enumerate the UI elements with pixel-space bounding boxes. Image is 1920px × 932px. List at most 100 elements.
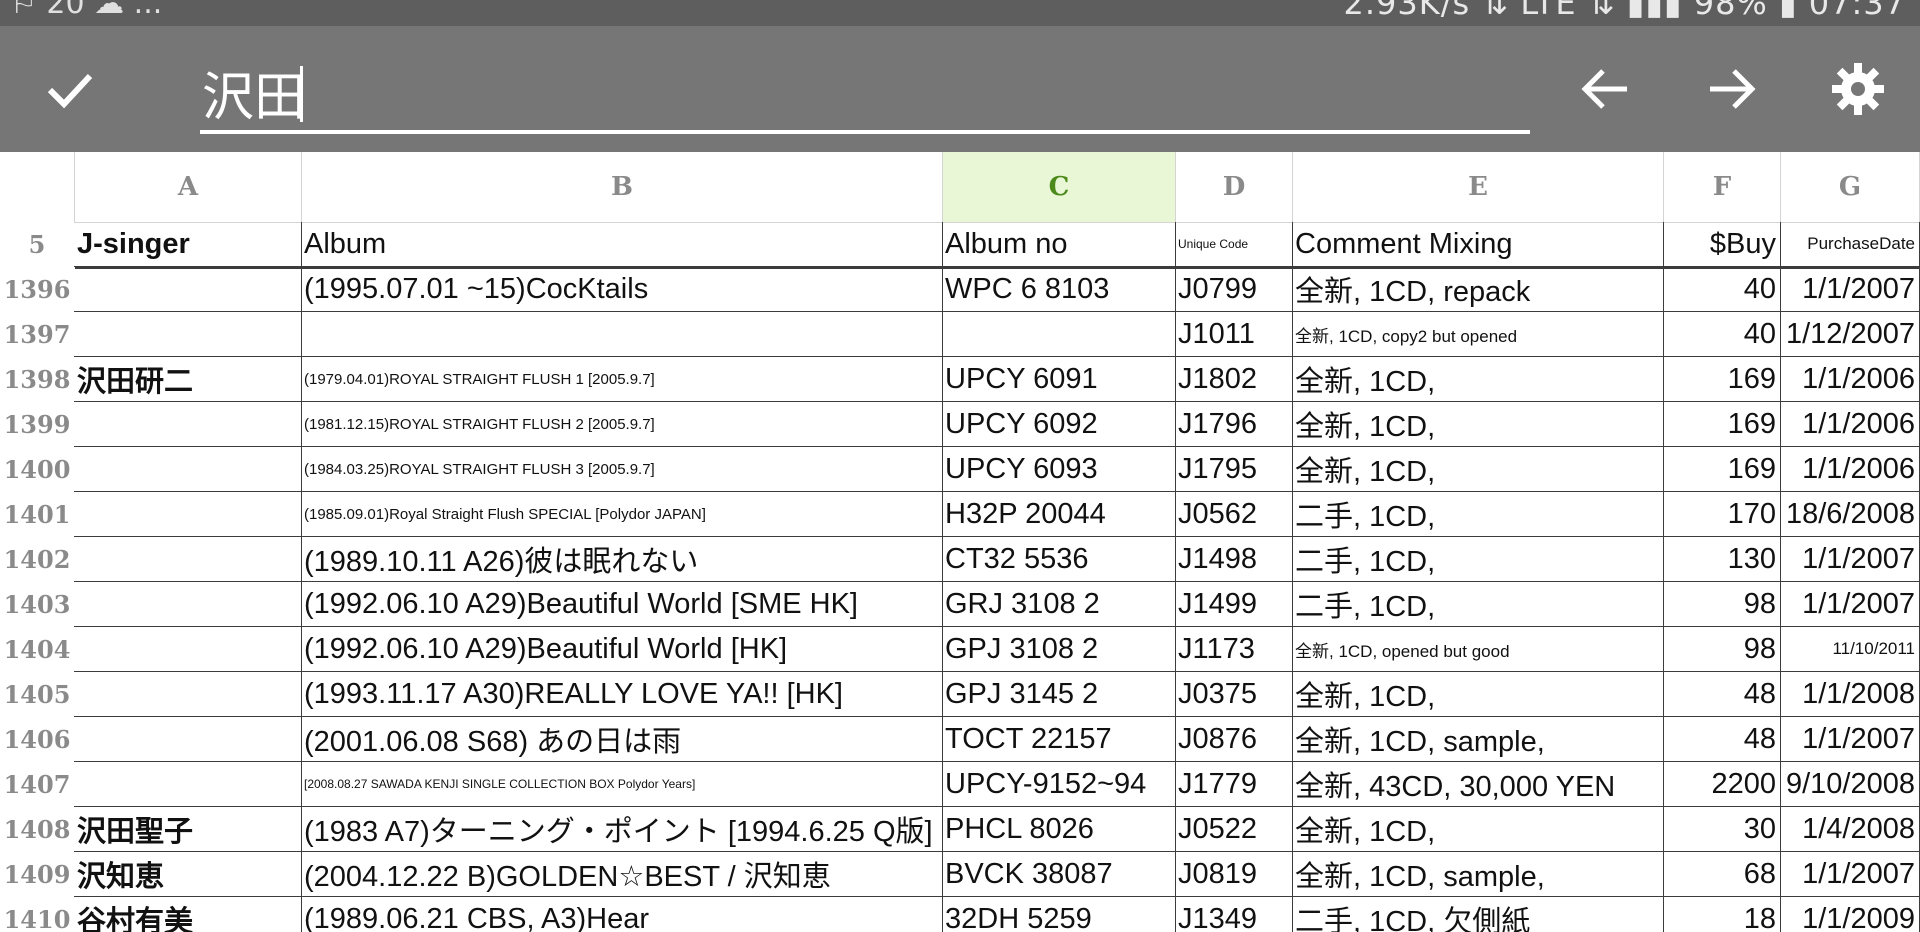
cell-d[interactable]: J0522 [1176,807,1293,851]
cell-d[interactable]: J0876 [1176,717,1293,761]
table-row[interactable]: 1406 (2001.06.08 S68) あの日は雨 TOCT 22157 J087… [0,717,1920,762]
row-number[interactable]: 1400 [0,447,74,492]
cell-e[interactable]: 全新, 1CD, [1293,447,1664,491]
cell-e[interactable]: 二手, 1CD, [1293,537,1664,581]
cell-f[interactable]: 130 [1664,537,1781,581]
table-row[interactable]: 1409 沢知恵 (2004.12.22 B)GOLDEN☆BEST / 沢知恵 BV… [0,852,1920,897]
cell-g[interactable]: 18/6/2008 [1781,492,1920,536]
cell-c[interactable]: UPCY 6091 [943,357,1176,401]
cell-b[interactable]: (1979.04.01)ROYAL STRAIGHT FLUSH 1 [2005… [302,357,943,401]
previous-match-button[interactable] [1565,54,1645,124]
cell-d[interactable]: J0562 [1176,492,1293,536]
cell-g[interactable]: 11/10/2011 [1781,627,1920,671]
cell-f[interactable]: 170 [1664,492,1781,536]
row-number[interactable]: 1409 [0,852,74,897]
cell-g[interactable]: 1/1/2006 [1781,447,1920,491]
cell-d[interactable]: J1795 [1176,447,1293,491]
cell-d[interactable]: J0799 [1176,267,1293,311]
cell-b[interactable]: (1989.10.11 A26)彼は眠れない [302,537,943,581]
cell-d[interactable]: J1499 [1176,582,1293,626]
cell-d[interactable]: J0819 [1176,852,1293,896]
row-number[interactable]: 1396 [0,267,74,312]
cell-d[interactable]: J1779 [1176,762,1293,806]
cell-b[interactable]: (1981.12.15)ROYAL STRAIGHT FLUSH 2 [2005… [302,402,943,446]
column-header-b[interactable]: B [302,152,943,222]
cell-d[interactable]: J1802 [1176,357,1293,401]
cell-e[interactable]: 全新, 1CD, [1293,807,1664,851]
table-row[interactable]: 1405 (1993.11.17 A30)REALLY LOVE YA!! [HK… [0,672,1920,717]
cell-c[interactable]: CT32 5536 [943,537,1176,581]
table-row[interactable]: 1407 [2008.08.27 SAWADA KENJI SINGLE COLL… [0,762,1920,807]
cell-g[interactable]: 1/1/2007 [1781,717,1920,761]
cell-g[interactable]: 1/1/2007 [1781,852,1920,896]
row-number[interactable]: 1398 [0,357,74,402]
cell-d[interactable]: J1796 [1176,402,1293,446]
cell-e[interactable]: 全新, 1CD, repack [1293,267,1664,311]
cell-a[interactable]: 沢田聖子 [75,807,302,851]
cell-g[interactable]: PurchaseDate [1781,222,1920,266]
cell-g[interactable]: 1/4/2008 [1781,807,1920,851]
row-number[interactable]: 1405 [0,672,74,717]
column-header-d[interactable]: D [1176,152,1293,222]
row-number[interactable]: 1402 [0,537,74,582]
cell-c[interactable]: GPJ 3108 2 [943,627,1176,671]
cell-c[interactable]: Album no [943,222,1176,266]
table-row[interactable]: 1398 沢田研二 (1979.04.01)ROYAL STRAIGHT FLUSH… [0,357,1920,402]
cell-e[interactable]: 全新, 1CD, sample, [1293,852,1664,896]
row-number[interactable]: 1403 [0,582,74,627]
cell-a[interactable] [75,537,302,581]
cell-f[interactable]: 98 [1664,582,1781,626]
cell-g[interactable]: 1/1/2007 [1781,582,1920,626]
row-number[interactable]: 5 [0,222,74,267]
cell-c[interactable] [943,312,1176,356]
cell-f[interactable]: 48 [1664,717,1781,761]
cell-a[interactable]: J-singer [75,222,302,266]
row-number[interactable]: 1406 [0,717,74,762]
column-header-g[interactable]: G [1781,152,1920,222]
cell-a[interactable] [75,312,302,356]
table-row[interactable]: 1410 谷村有美 (1989.06.21 CBS, A3)Hear 32DH 525… [0,897,1920,932]
table-row[interactable]: 1402 (1989.10.11 A26)彼は眠れない CT32 5536 J1498… [0,537,1920,582]
cell-e[interactable]: 全新, 1CD, [1293,672,1664,716]
cell-b[interactable]: (2004.12.22 B)GOLDEN☆BEST / 沢知恵 [302,852,943,896]
cell-b[interactable]: (1984.03.25)ROYAL STRAIGHT FLUSH 3 [2005… [302,447,943,491]
settings-button[interactable] [1818,54,1898,124]
cell-f[interactable]: 169 [1664,402,1781,446]
table-row[interactable]: 1400 (1984.03.25)ROYAL STRAIGHT FLUSH 3 [… [0,447,1920,492]
cell-e[interactable]: 二手, 1CD, 欠側紙 [1293,897,1664,932]
cell-c[interactable]: UPCY 6092 [943,402,1176,446]
column-header-e[interactable]: E [1293,152,1664,222]
cell-f[interactable]: 169 [1664,357,1781,401]
cell-f[interactable]: 48 [1664,672,1781,716]
row-number[interactable]: 1404 [0,627,74,672]
cell-b[interactable]: (1989.06.21 CBS, A3)Hear [302,897,943,932]
cell-f[interactable]: 40 [1664,267,1781,311]
row-number[interactable]: 1401 [0,492,74,537]
cell-e[interactable]: 全新, 1CD, opened but good [1293,627,1664,671]
cell-e[interactable]: 全新, 43CD, 30,000 YEN [1293,762,1664,806]
cell-a[interactable]: 沢知恵 [75,852,302,896]
column-header-c[interactable]: C [943,152,1176,222]
cell-b[interactable]: (2001.06.08 S68) あの日は雨 [302,717,943,761]
cell-b[interactable]: (1992.06.10 A29)Beautiful World [SME HK] [302,582,943,626]
cell-d[interactable]: Unique Code [1176,222,1293,266]
cell-d[interactable]: J1498 [1176,537,1293,581]
corner-cell[interactable] [0,152,75,222]
cell-b[interactable]: (1985.09.01)Royal Straight Flush SPECIAL… [302,492,943,536]
cell-c[interactable]: TOCT 22157 [943,717,1176,761]
cell-d[interactable]: J1173 [1176,627,1293,671]
row-number[interactable]: 1407 [0,762,74,807]
cell-g[interactable]: 1/1/2009 [1781,897,1920,932]
cell-b[interactable]: (1983 A7)ターニング・ポイント [1994.6.25 Q版] [302,807,943,851]
table-row[interactable]: 1397 J1011 全新, 1CD, copy2 but opened 40 1/12… [0,312,1920,357]
cell-f[interactable]: 98 [1664,627,1781,671]
cell-c[interactable]: UPCY-9152~94 [943,762,1176,806]
table-row[interactable]: 1408 沢田聖子 (1983 A7)ターニング・ポイント [1994.6.25 Q… [0,807,1920,852]
cell-d[interactable]: J1011 [1176,312,1293,356]
cell-a[interactable] [75,672,302,716]
cell-g[interactable]: 1/1/2008 [1781,672,1920,716]
cell-f[interactable]: 169 [1664,447,1781,491]
row-number[interactable]: 1408 [0,807,74,852]
column-header-a[interactable]: A [75,152,302,222]
next-match-button[interactable] [1692,54,1772,124]
